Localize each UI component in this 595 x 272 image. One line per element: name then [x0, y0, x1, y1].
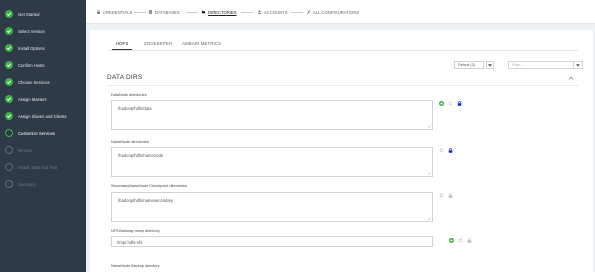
- sidebar-step-choose-services[interactable]: Choose Services: [5, 76, 50, 88]
- refresh-icon[interactable]: [458, 238, 463, 243]
- sidebar-step-label: Get Started: [18, 11, 40, 17]
- sidebar-step-assign-slaves[interactable]: Assign Slaves and Clients: [5, 110, 66, 122]
- section-title: DATA DIRS: [107, 74, 143, 81]
- resize-handle-icon[interactable]: [427, 124, 431, 128]
- wizard-sidebar: Get Started Select Version Install Optio…: [0, 0, 86, 272]
- sidebar-step-select-version[interactable]: Select Version: [5, 25, 45, 37]
- refresh-icon[interactable]: [439, 193, 444, 198]
- step-circle-icon: [5, 180, 13, 188]
- step-circle-icon: [5, 146, 13, 154]
- datanode-dirs-label: DataNode directories: [111, 93, 147, 97]
- namenode-dirs-label: NameNode directories: [111, 140, 149, 144]
- nav-accounts[interactable]: ACCOUNTS: [257, 9, 288, 15]
- step-circle-icon: [5, 129, 13, 137]
- nav-label: CREDENTIALS: [103, 9, 133, 15]
- sidebar-step-summary: Summary: [5, 178, 36, 190]
- plus-circle-icon[interactable]: [439, 101, 444, 106]
- config-category-nav: CREDENTIALS DATABASES DIRECTORIES ACCOUN…: [86, 0, 595, 24]
- lock-icon[interactable]: [448, 148, 453, 153]
- wrench-icon: [307, 10, 311, 14]
- nav-databases[interactable]: DATABASES: [148, 9, 180, 15]
- sidebar-step-label: Assign Masters: [18, 96, 47, 102]
- sidebar-step-assign-masters[interactable]: Assign Masters: [5, 93, 47, 105]
- check-icon: [5, 44, 13, 52]
- nfs-dump-dir-label: NFSGateway dump directory: [111, 229, 160, 233]
- step-circle-icon: [5, 163, 13, 171]
- sidebar-step-confirm-hosts[interactable]: Confirm Hosts: [5, 59, 45, 71]
- check-icon: [5, 95, 13, 103]
- nfs-dump-dir-input[interactable]: /tmp/.hdfs-nfs: [111, 236, 433, 247]
- sidebar-step-label: Choose Services: [18, 79, 50, 85]
- nav-directories[interactable]: DIRECTORIES: [201, 9, 237, 15]
- tab-ambari-metrics[interactable]: AMBARI METRICS: [182, 41, 221, 46]
- folder-icon: [201, 10, 206, 14]
- unlock-icon[interactable]: [467, 238, 472, 243]
- check-icon: [5, 61, 13, 69]
- nav-label: ALL CONFIGURATIONS: [313, 9, 360, 15]
- refresh-icon[interactable]: [439, 148, 444, 153]
- filter-dropdown-button[interactable]: [574, 61, 583, 69]
- tab-zookeeper[interactable]: ZOOKEEPER: [144, 41, 172, 46]
- config-group-select[interactable]: Default (3): [454, 61, 484, 69]
- sidebar-step-label: Review: [18, 147, 32, 153]
- nav-separator: [241, 12, 253, 13]
- nav-separator: [186, 12, 198, 13]
- chevron-down-icon: [576, 63, 580, 67]
- datanode-dirs-textarea[interactable]: /hadoop/hdfs/data: [111, 100, 433, 130]
- nav-all-configurations[interactable]: ALL CONFIGURATIONS: [306, 9, 359, 15]
- sidebar-step-label: Summary: [18, 181, 36, 187]
- tabs-divider: [108, 50, 578, 51]
- sidebar-step-label: Customize Services: [18, 130, 56, 136]
- sidebar-step-label: Confirm Hosts: [18, 62, 45, 68]
- database-icon: [148, 10, 153, 14]
- sidebar-step-install-options[interactable]: Install Options: [5, 42, 45, 54]
- check-icon: [5, 112, 13, 120]
- nav-label: ACCOUNTS: [264, 9, 288, 15]
- nfs-dump-dir-actions: [449, 238, 472, 243]
- config-group-dropdown-button[interactable]: [486, 61, 494, 69]
- nav-credentials[interactable]: CREDENTIALS: [96, 9, 132, 15]
- tab-hdfs[interactable]: HDFS: [116, 41, 128, 46]
- resize-handle-icon[interactable]: [427, 171, 431, 175]
- check-icon: [5, 78, 13, 86]
- sidebar-step-label: Select Version: [18, 28, 45, 34]
- secondary-namenode-dirs-label: SecondaryNameNode Checkpoint directories: [111, 184, 187, 188]
- sidebar-step-get-started[interactable]: Get Started: [5, 8, 39, 20]
- sidebar-step-review: Review: [5, 144, 32, 156]
- chevron-up-icon[interactable]: [568, 75, 574, 81]
- nav-separator: [134, 12, 146, 13]
- field-value: /hadoop/hdfs/namenode: [118, 153, 164, 158]
- unlock-icon[interactable]: [448, 193, 453, 198]
- nav-separator: [291, 12, 303, 13]
- filter-input[interactable]: Filter...: [508, 61, 574, 69]
- datanode-dirs-actions: [439, 101, 462, 106]
- configuration-panel: HDFS ZOOKEEPER AMBARI METRICS Default (3…: [90, 30, 593, 272]
- field-value: /hadoop/hdfs/namesecondary: [118, 198, 174, 203]
- refresh-icon[interactable]: [448, 101, 453, 106]
- plus-circle-icon[interactable]: [449, 238, 454, 243]
- check-icon: [5, 27, 13, 35]
- lock-icon[interactable]: [457, 101, 462, 106]
- namenode-dirs-actions: [439, 148, 453, 153]
- sidebar-step-label: Assign Slaves and Clients: [18, 113, 67, 119]
- check-icon: [5, 10, 13, 18]
- secondary-namenode-dirs-textarea[interactable]: /hadoop/hdfs/namesecondary: [111, 192, 433, 222]
- nav-label: DIRECTORIES: [208, 9, 237, 15]
- sidebar-step-label: Install Options: [18, 45, 45, 51]
- user-icon: [257, 10, 262, 14]
- sidebar-step-install-start-test: Install, Start and Test: [5, 161, 57, 173]
- nav-label: DATABASES: [155, 9, 180, 15]
- sidebar-step-customize-services[interactable]: Customize Services: [5, 127, 55, 139]
- chevron-down-icon: [488, 63, 492, 67]
- field-value: /hadoop/hdfs/data: [118, 106, 152, 111]
- section-divider: [107, 85, 578, 86]
- namenode-dirs-textarea[interactable]: /hadoop/hdfs/namenode: [111, 147, 433, 177]
- resize-handle-icon[interactable]: [427, 216, 431, 220]
- lock-icon: [97, 10, 100, 14]
- secondary-namenode-dirs-actions: [439, 193, 453, 198]
- sidebar-step-label: Install, Start and Test: [18, 164, 58, 170]
- namenode-backup-dir-label: NameNode Backup directory: [111, 264, 160, 268]
